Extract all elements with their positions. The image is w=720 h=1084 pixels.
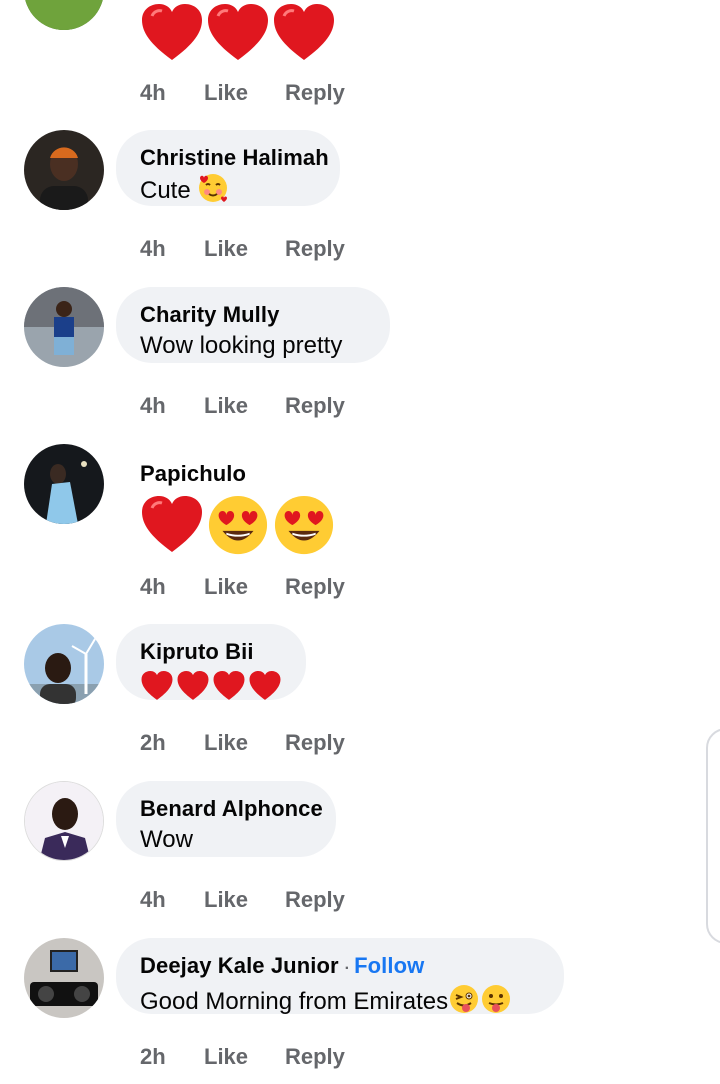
commenter-name[interactable]: Deejay Kale Junior bbox=[140, 953, 339, 978]
comment-time: 4h bbox=[140, 236, 166, 261]
avatar[interactable] bbox=[24, 444, 104, 524]
reply-button[interactable]: Reply bbox=[285, 80, 345, 106]
comment-bubble: Deejay Kale Junior · Follow Good Morning f… bbox=[116, 938, 564, 1015]
commenter-name[interactable]: Papichulo bbox=[140, 460, 246, 488]
commenter-name[interactable]: Kipruto Bii bbox=[140, 638, 282, 666]
follow-button[interactable]: Follow bbox=[354, 953, 424, 978]
like-button[interactable]: Like bbox=[204, 1044, 248, 1070]
smiling-face-with-hearts-icon bbox=[199, 174, 228, 202]
comment-text-content: Cute bbox=[140, 177, 191, 204]
comment-text-content: Good Morning from Emirates bbox=[140, 988, 449, 1015]
comment-time: 4h bbox=[140, 574, 166, 599]
like-button[interactable]: Like bbox=[204, 236, 248, 262]
avatar[interactable] bbox=[24, 0, 104, 30]
separator-dot: · bbox=[344, 960, 351, 977]
comment-bubble: Christine Halimah Cute bbox=[116, 130, 340, 206]
reply-button[interactable]: Reply bbox=[285, 236, 345, 262]
avatar[interactable] bbox=[24, 130, 104, 210]
like-button[interactable]: Like bbox=[204, 887, 248, 913]
comment-time: 4h bbox=[140, 393, 166, 418]
reply-button[interactable]: Reply bbox=[285, 393, 345, 419]
red-heart-icon bbox=[177, 671, 209, 700]
like-button[interactable]: Like bbox=[204, 730, 248, 756]
comment-text: Wow looking pretty bbox=[140, 332, 343, 359]
comment-time: 2h bbox=[140, 1044, 166, 1069]
comment-time: 4h bbox=[140, 887, 166, 912]
avatar[interactable] bbox=[24, 624, 104, 704]
comment-bubble: Benard Alphonce Wow bbox=[116, 781, 336, 857]
reply-button[interactable]: Reply bbox=[285, 887, 345, 913]
comment-text: Wow bbox=[140, 826, 193, 853]
comment-bubble: Kipruto Bii bbox=[116, 624, 306, 700]
reply-button[interactable]: Reply bbox=[285, 574, 345, 600]
avatar[interactable] bbox=[24, 287, 104, 367]
red-heart-icon bbox=[213, 671, 245, 700]
red-heart-icon bbox=[142, 496, 202, 552]
avatar[interactable] bbox=[24, 781, 104, 861]
comment-bubble: Charity Mully Wow looking pretty bbox=[116, 287, 390, 363]
reaction-emojis bbox=[140, 494, 336, 556]
like-button[interactable]: Like bbox=[204, 80, 248, 106]
red-heart-icon bbox=[249, 671, 281, 700]
reaction-emojis bbox=[140, 670, 282, 702]
face-with-tongue-icon bbox=[482, 985, 511, 1013]
red-heart-icon bbox=[208, 4, 268, 60]
heart-eyes-icon bbox=[274, 495, 334, 555]
red-heart-icon bbox=[274, 4, 334, 60]
edge-panel[interactable] bbox=[706, 728, 720, 944]
like-button[interactable]: Like bbox=[204, 574, 248, 600]
comment-text: Good Morning from Emirates bbox=[140, 983, 540, 1019]
red-heart-icon bbox=[141, 671, 173, 700]
red-heart-icon bbox=[142, 4, 202, 60]
comment-text: Cute bbox=[140, 172, 316, 208]
reaction-emojis bbox=[140, 2, 336, 64]
commenter-name-row: Deejay Kale Junior · Follow bbox=[140, 952, 540, 983]
reply-button[interactable]: Reply bbox=[285, 1044, 345, 1070]
commenter-name[interactable]: Benard Alphonce bbox=[140, 795, 323, 823]
heart-eyes-icon bbox=[208, 495, 268, 555]
commenter-name[interactable]: Charity Mully bbox=[140, 301, 366, 329]
winking-face-with-tongue-icon bbox=[450, 985, 479, 1013]
comment-time: 4h bbox=[140, 80, 166, 105]
like-button[interactable]: Like bbox=[204, 393, 248, 419]
comment-time: 2h bbox=[140, 730, 166, 755]
reply-button[interactable]: Reply bbox=[285, 730, 345, 756]
avatar[interactable] bbox=[24, 938, 104, 1018]
commenter-name[interactable]: Christine Halimah bbox=[140, 144, 329, 172]
